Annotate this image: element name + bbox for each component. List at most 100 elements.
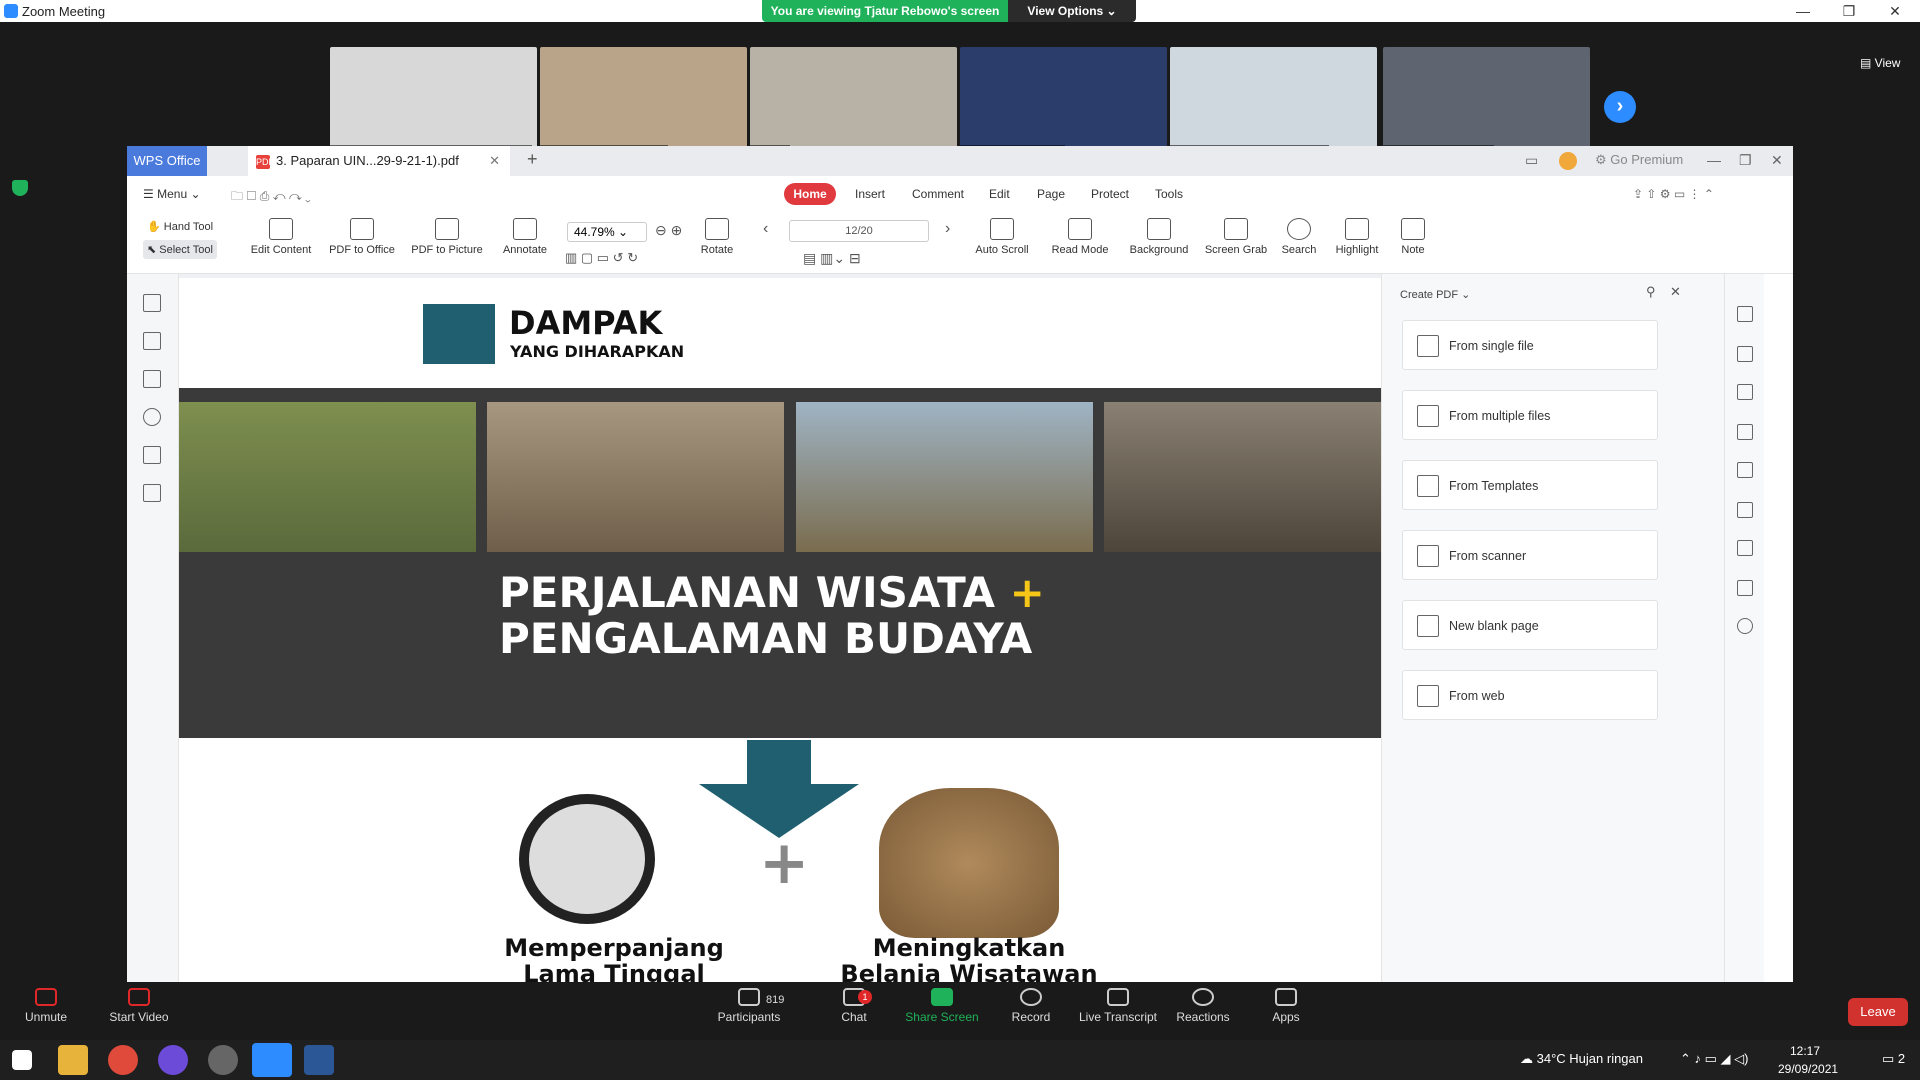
form-icon[interactable] — [1737, 424, 1753, 440]
create-pdf-item[interactable]: From multiple files — [1402, 390, 1658, 440]
leave-button[interactable]: Leave — [1848, 998, 1908, 1026]
close-icon[interactable]: ✕ — [1872, 0, 1918, 22]
close-tab-icon[interactable]: ✕ — [489, 146, 500, 176]
tab-tools[interactable]: Tools — [1155, 187, 1183, 201]
create-pdf-title[interactable]: Create PDF ⌄ — [1400, 288, 1470, 301]
start-video-button[interactable]: Start Video — [104, 988, 174, 1024]
microphone-muted-icon — [35, 988, 57, 1006]
messenger-icon[interactable] — [158, 1045, 188, 1075]
layout-icon[interactable]: ▭ — [1525, 152, 1538, 169]
pdf-to-picture-button[interactable]: PDF to Picture — [407, 212, 487, 256]
banner-line-1: PERJALANAN WISATA + — [499, 568, 1045, 617]
edit-pdf-icon[interactable] — [1737, 346, 1753, 362]
sign-icon[interactable] — [1737, 462, 1753, 478]
view-mode-icons[interactable]: ▥ ▢ ▭ ↺ ↻ — [565, 250, 638, 266]
export-icon[interactable] — [1737, 384, 1753, 400]
highlight-button[interactable]: Highlight — [1327, 212, 1387, 256]
record-label: Record — [1011, 1010, 1051, 1024]
wps-restore-icon[interactable]: ❐ — [1739, 152, 1752, 169]
thumbnail-icon[interactable] — [143, 332, 161, 350]
quick-access-icons[interactable]: 🗀 ▢ ⎙ ↶ ↷ ⌄ — [231, 187, 311, 208]
menu-button[interactable]: ☰ Menu ⌄ — [143, 187, 201, 201]
outline-icon[interactable] — [1737, 502, 1753, 518]
tab-protect[interactable]: Protect — [1091, 187, 1129, 201]
zoom-taskbar-icon[interactable] — [252, 1043, 292, 1077]
signature-icon[interactable] — [143, 446, 161, 464]
attachment-icon[interactable] — [143, 408, 161, 426]
next-page-button[interactable]: › — [1604, 91, 1636, 123]
zoom-out-in-icons[interactable]: ⊖ ⊕ — [655, 222, 682, 239]
search-button[interactable]: Search — [1275, 212, 1323, 256]
wps-close-icon[interactable]: ✕ — [1771, 152, 1783, 169]
hand-tool-button[interactable]: ✋ Hand Tool — [147, 220, 213, 233]
new-tab-icon[interactable]: + — [527, 149, 538, 170]
document-area[interactable]: DAMPAK YANG DIHARAPKAN PERJALANAN WISATA… — [179, 274, 1409, 988]
background-button[interactable]: Background — [1123, 212, 1195, 256]
compress-icon[interactable] — [1737, 580, 1753, 596]
pin-icon[interactable]: ⚲ — [1646, 284, 1656, 300]
tray-icons[interactable]: ⌃ ♪ ▭ ◢ ◁) — [1680, 1051, 1748, 1067]
share-icons[interactable]: ⇪ ⇧ ⚙ ▭ ⋮ ⌃ — [1633, 187, 1714, 201]
live-transcript-button[interactable]: Live Transcript — [1076, 988, 1160, 1024]
reactions-button[interactable]: Reactions — [1174, 988, 1232, 1024]
tab-wps-office[interactable]: WPS Office — [127, 146, 207, 176]
pdf-to-office-button[interactable]: PDF to Office — [325, 212, 399, 256]
create-pdf-item[interactable]: From single file — [1402, 320, 1658, 370]
unmute-button[interactable]: Unmute — [18, 988, 74, 1024]
screen-grab-button[interactable]: Screen Grab — [1201, 212, 1271, 256]
minimize-icon[interactable]: — — [1780, 0, 1826, 22]
wps-tab-bar: WPS Office PDF 3. Paparan UIN...29-9-21-1… — [127, 146, 1793, 176]
weather[interactable]: ☁ 34°C Hujan ringan — [1520, 1051, 1643, 1067]
tab-comment[interactable]: Comment — [912, 187, 964, 201]
prev-page-icon[interactable]: ‹ — [763, 220, 768, 238]
participant-count: 819 — [766, 994, 785, 1006]
banner-line-1-text: PERJALANAN WISATA — [499, 568, 995, 617]
create-pdf-item[interactable]: New blank page — [1402, 600, 1658, 650]
print-icon[interactable] — [1737, 540, 1753, 556]
wps-minimize-icon[interactable]: — — [1707, 152, 1721, 168]
create-pdf-item[interactable]: From web — [1402, 670, 1658, 720]
rotate-button[interactable]: Rotate — [693, 212, 741, 256]
create-pdf-item[interactable]: From scanner — [1402, 530, 1658, 580]
edit-content-button[interactable]: Edit Content — [245, 212, 317, 256]
view-button[interactable]: ▤ View — [1860, 56, 1900, 70]
edit-content-icon — [269, 218, 293, 240]
highlight-icon — [1345, 218, 1369, 240]
go-premium-link[interactable]: ⚙ Go Premium — [1595, 152, 1683, 168]
tab-home[interactable]: Home — [784, 183, 836, 205]
next-page-icon[interactable]: › — [945, 220, 950, 238]
view-options-button[interactable]: View Options ⌄ — [1008, 0, 1136, 22]
tab-document[interactable]: PDF 3. Paparan UIN...29-9-21-1).pdf ✕ — [248, 146, 510, 176]
read-mode-button[interactable]: Read Mode — [1045, 212, 1115, 256]
windows-start-icon[interactable] — [12, 1050, 32, 1070]
bookmark-icon[interactable] — [143, 294, 161, 312]
annotate-button[interactable]: Annotate — [497, 212, 553, 256]
page-field[interactable]: 12/20 — [789, 220, 929, 242]
record-button[interactable]: Record — [1006, 988, 1056, 1024]
note-button[interactable]: Note — [1391, 212, 1435, 256]
notification-icon[interactable]: ▭ 2 — [1882, 1051, 1905, 1067]
create-pdf-item[interactable]: From Templates — [1402, 460, 1658, 510]
find-icon[interactable] — [1737, 618, 1753, 634]
create-pdf-icon[interactable] — [1737, 306, 1753, 322]
share-screen-button[interactable]: Share Screen — [900, 988, 984, 1024]
panel-close-icon[interactable]: ✕ — [1670, 284, 1681, 300]
auto-scroll-button[interactable]: Auto Scroll — [967, 212, 1037, 256]
tab-insert[interactable]: Insert — [855, 187, 885, 201]
file-explorer-icon[interactable] — [58, 1045, 88, 1075]
chrome-icon[interactable] — [108, 1045, 138, 1075]
tab-page[interactable]: Page — [1037, 187, 1065, 201]
comment-icon[interactable] — [143, 370, 161, 388]
apps-button[interactable]: Apps — [1266, 988, 1306, 1024]
security-shield-icon[interactable] — [12, 180, 28, 196]
page-layout-icons[interactable]: ▤ ▥⌄ ⊟ — [803, 250, 861, 267]
word-icon[interactable] — [304, 1045, 334, 1075]
tab-edit[interactable]: Edit — [989, 187, 1010, 201]
settings-icon[interactable] — [208, 1045, 238, 1075]
select-tool-button[interactable]: ⬉ Select Tool — [143, 240, 217, 259]
note-label: Note — [1401, 244, 1425, 256]
avatar[interactable] — [1559, 152, 1577, 170]
zoom-field[interactable]: 44.79% ⌄ — [567, 222, 647, 242]
restore-icon[interactable]: ❐ — [1826, 0, 1872, 22]
sign-panel-icon[interactable] — [143, 484, 161, 502]
